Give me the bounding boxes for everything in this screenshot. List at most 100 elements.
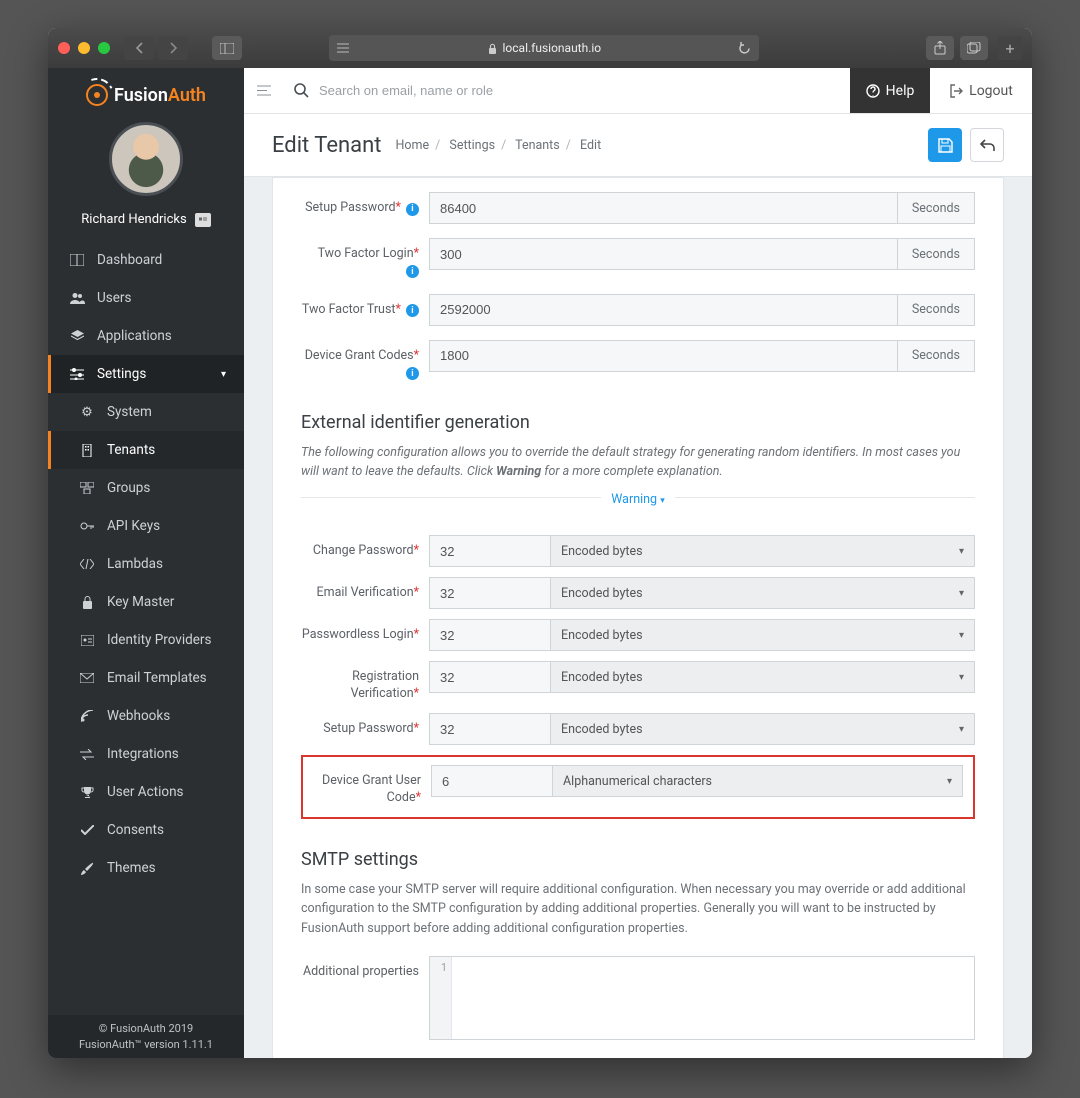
save-button[interactable] — [928, 128, 962, 162]
close-window[interactable] — [58, 42, 70, 54]
logout-icon — [949, 84, 963, 98]
new-tab-button[interactable]: + — [998, 36, 1022, 60]
brand-text-a: Fusion — [114, 85, 168, 106]
sidebar-item-integrations[interactable]: Integrations — [48, 735, 244, 773]
envelope-icon — [79, 673, 95, 683]
avatar[interactable] — [109, 122, 183, 196]
sidebar-item-key-master[interactable]: Key Master — [48, 583, 244, 621]
email-verification-type-select[interactable]: Encoded bytes▾ — [551, 577, 975, 609]
device-grant-codes-duration-input[interactable] — [429, 340, 898, 372]
sidebar-item-email-templates[interactable]: Email Templates — [48, 659, 244, 697]
info-icon[interactable]: i — [406, 265, 419, 278]
setup-password-type-select[interactable]: Encoded bytes▾ — [551, 713, 975, 745]
id-card-icon[interactable] — [195, 213, 211, 227]
sidebar-item-webhooks[interactable]: Webhooks — [48, 697, 244, 735]
gear-icon: ⚙ — [79, 405, 95, 420]
reload-icon[interactable] — [738, 42, 751, 55]
section-desc: The following configuration allows you t… — [301, 443, 975, 482]
chevron-down-icon: ▾ — [947, 776, 952, 787]
sidebar-label: Applications — [97, 328, 172, 344]
setup-password-length-input[interactable] — [429, 713, 551, 745]
version: FusionAuth™ version 1.11.1 — [52, 1037, 240, 1052]
sidebar-item-groups[interactable]: Groups — [48, 469, 244, 507]
copyright: © FusionAuth 2019 — [52, 1021, 240, 1036]
logout-button[interactable]: Logout — [930, 83, 1032, 99]
registration-verification-type-select[interactable]: Encoded bytes▾ — [551, 661, 975, 693]
sidebar-item-settings[interactable]: Settings ▾ — [48, 355, 244, 393]
sidebar-item-user-actions[interactable]: User Actions — [48, 773, 244, 811]
section-desc: In some case your SMTP server will requi… — [301, 880, 975, 938]
sidebar-item-identity-providers[interactable]: Identity Providers — [48, 621, 244, 659]
page-title: Edit Tenant — [272, 133, 381, 158]
sidebar-item-consents[interactable]: Consents — [48, 811, 244, 849]
search-input[interactable] — [319, 83, 850, 98]
sidebar-label: Webhooks — [107, 708, 170, 724]
additional-properties-editor[interactable]: 1 — [429, 956, 975, 1040]
sidebar-item-applications[interactable]: Applications — [48, 317, 244, 355]
registration-verification-length-input[interactable] — [429, 661, 551, 693]
sidebar-label: System — [107, 404, 152, 420]
device-grant-user-code-type-select[interactable]: Alphanumerical characters▾ — [553, 765, 963, 797]
topbar: Help Logout — [244, 68, 1032, 114]
nav-forward-button[interactable] — [158, 36, 188, 60]
two-factor-login-duration-input[interactable] — [429, 238, 898, 270]
crumb-settings[interactable]: Settings — [449, 138, 495, 153]
sidebar-item-lambdas[interactable]: Lambdas — [48, 545, 244, 583]
sidebar-item-themes[interactable]: Themes — [48, 849, 244, 887]
crumb-home[interactable]: Home — [395, 138, 429, 153]
field-label: Email Verification* — [301, 577, 429, 602]
passwordless-login-type-select[interactable]: Encoded bytes▾ — [551, 619, 975, 651]
sidebar-item-system[interactable]: ⚙ System — [48, 393, 244, 431]
window-lights — [58, 42, 110, 54]
minimize-window[interactable] — [78, 42, 90, 54]
device-grant-user-code-length-input[interactable] — [431, 765, 553, 797]
tabs-icon[interactable] — [960, 36, 988, 60]
groups-icon — [79, 482, 95, 494]
section-heading-ext-id: External identifier generation — [301, 412, 975, 433]
sidebar-label: Settings — [97, 366, 146, 382]
url-bar[interactable]: local.fusionauth.io — [329, 35, 759, 61]
sidebar-label: Lambdas — [107, 556, 163, 572]
back-button[interactable] — [970, 128, 1004, 162]
field-label: Two Factor Login* i — [301, 238, 429, 280]
lock-icon — [79, 596, 95, 609]
two-factor-trust-duration-input[interactable] — [429, 294, 898, 326]
sidebar-label: User Actions — [107, 784, 184, 800]
show-sidebar-button[interactable] — [212, 36, 242, 60]
help-button[interactable]: Help — [850, 68, 930, 113]
nav-back-button[interactable] — [124, 36, 154, 60]
change-password-type-select[interactable]: Encoded bytes▾ — [551, 535, 975, 567]
info-icon[interactable]: i — [406, 367, 419, 380]
setup-password-duration-input[interactable] — [429, 192, 898, 224]
toggle-sidebar-button[interactable] — [244, 85, 284, 96]
maximize-window[interactable] — [98, 42, 110, 54]
sidebar-item-api-keys[interactable]: API Keys — [48, 507, 244, 545]
sidebar-item-tenants[interactable]: Tenants — [48, 431, 244, 469]
email-verification-length-input[interactable] — [429, 577, 551, 609]
field-label: Additional properties — [301, 956, 429, 981]
reader-icon[interactable] — [337, 43, 349, 53]
change-password-length-input[interactable] — [429, 535, 551, 567]
unit-suffix: Seconds — [898, 238, 975, 270]
crumb-tenants[interactable]: Tenants — [515, 138, 560, 153]
sidebar-label: Tenants — [107, 442, 155, 458]
share-icon[interactable] — [926, 36, 954, 60]
brand-text-b: Auth — [168, 85, 206, 106]
sidebar-label: Themes — [107, 860, 156, 876]
sidebar-item-users[interactable]: Users — [48, 279, 244, 317]
crumb-edit: Edit — [580, 138, 601, 153]
logout-label: Logout — [969, 83, 1013, 99]
warning-toggle[interactable]: Warning ▾ — [601, 492, 674, 507]
url-text: local.fusionauth.io — [503, 41, 602, 55]
sidebar-label: Consents — [107, 822, 164, 838]
info-icon[interactable]: i — [406, 304, 419, 317]
sidebar-label: Dashboard — [97, 252, 162, 268]
brand-logo: FusionAuth — [48, 68, 244, 116]
sidebar-item-dashboard[interactable]: Dashboard — [48, 241, 244, 279]
field-label: Passwordless Login* — [301, 619, 429, 644]
sliders-icon — [69, 368, 85, 380]
trophy-icon — [79, 786, 95, 798]
highlighted-row: Device Grant User Code* Alphanumerical c… — [301, 755, 975, 819]
passwordless-login-length-input[interactable] — [429, 619, 551, 651]
info-icon[interactable]: i — [406, 203, 419, 216]
